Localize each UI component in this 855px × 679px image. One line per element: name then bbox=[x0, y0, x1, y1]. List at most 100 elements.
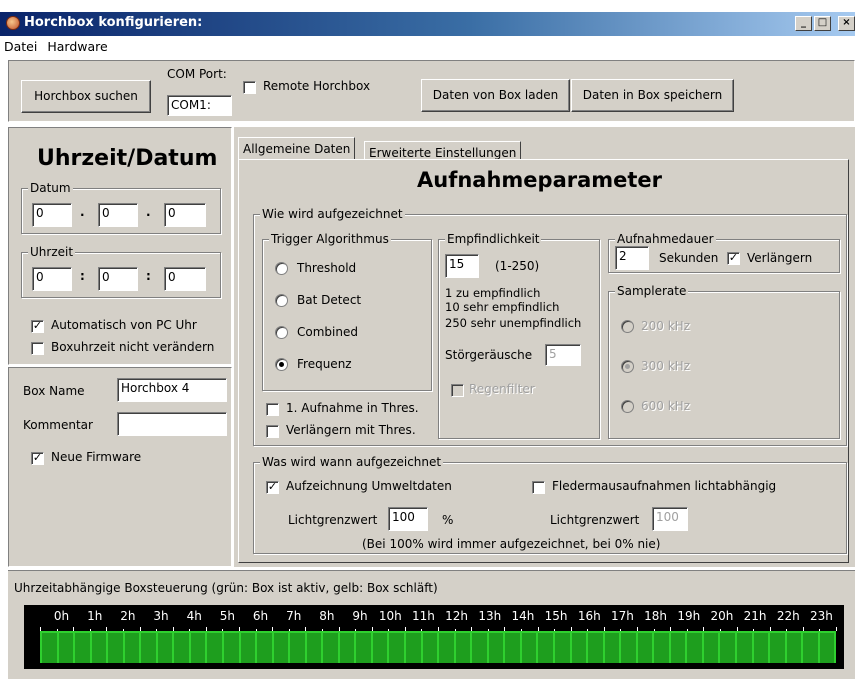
hour-label-8h: 8h bbox=[319, 609, 335, 623]
noise-field[interactable]: 5 bbox=[545, 344, 581, 366]
minimize-button[interactable]: _ bbox=[795, 16, 812, 31]
schedule-slot[interactable] bbox=[472, 633, 489, 663]
schedule-slot[interactable] bbox=[819, 633, 837, 663]
hour-label-18h: 18h bbox=[644, 609, 668, 623]
hour-field[interactable]: 0 bbox=[32, 267, 72, 291]
schedule-slot[interactable] bbox=[157, 633, 175, 663]
schedule-slot[interactable] bbox=[571, 633, 589, 663]
auto-pc-checkbox[interactable]: ✓ bbox=[31, 320, 44, 333]
schedule-slot[interactable] bbox=[389, 633, 407, 663]
schedule-slot[interactable] bbox=[687, 633, 704, 663]
schedule-slot[interactable] bbox=[488, 633, 506, 663]
schedule-slot[interactable] bbox=[753, 633, 771, 663]
search-box-button[interactable]: Horchbox suchen bbox=[21, 80, 151, 113]
schedule-slot[interactable] bbox=[770, 633, 787, 663]
radio-frequenz[interactable] bbox=[275, 358, 288, 371]
menu-datei[interactable]: Datei bbox=[0, 36, 43, 54]
schedule-slot[interactable] bbox=[240, 633, 258, 663]
load-data-button[interactable]: Daten von Box laden bbox=[421, 79, 570, 112]
radio-bat-detect[interactable] bbox=[275, 294, 288, 307]
schedule-slot[interactable] bbox=[670, 633, 688, 663]
schedule-slot[interactable] bbox=[654, 633, 671, 663]
schedule-slot[interactable] bbox=[422, 633, 440, 663]
hour-label-19h: 19h bbox=[677, 609, 701, 623]
bat-light-label: Fledermausaufnahmen lichtabhängig bbox=[552, 479, 777, 493]
schedule-slot[interactable] bbox=[621, 633, 638, 663]
radio-300khz[interactable] bbox=[621, 360, 634, 373]
first-thres-checkbox[interactable] bbox=[266, 403, 279, 416]
schedule-slot[interactable] bbox=[190, 633, 208, 663]
schedule-slot[interactable] bbox=[306, 633, 324, 663]
firmware-checkbox[interactable]: ✓ bbox=[31, 452, 44, 465]
light-threshold-2-field[interactable]: 100 bbox=[652, 507, 688, 531]
schedule-slot[interactable] bbox=[174, 633, 191, 663]
extend-thres-checkbox[interactable] bbox=[266, 425, 279, 438]
schedule-slot[interactable] bbox=[803, 633, 820, 663]
schedule-slot[interactable] bbox=[42, 633, 59, 663]
schedule-slot[interactable] bbox=[604, 633, 622, 663]
save-data-button[interactable]: Daten in Box speichern bbox=[571, 79, 734, 112]
schedule-slot[interactable] bbox=[455, 633, 473, 663]
keep-time-checkbox[interactable] bbox=[31, 342, 44, 355]
hour-cells[interactable] bbox=[40, 631, 837, 663]
hour-label-11h: 11h bbox=[412, 609, 435, 623]
extend-checkbox[interactable]: ✓ bbox=[727, 252, 740, 265]
schedule-slot[interactable] bbox=[736, 633, 754, 663]
schedule-slot[interactable] bbox=[207, 633, 225, 663]
comment-field[interactable] bbox=[117, 412, 227, 436]
box-name-field[interactable]: Horchbox 4 bbox=[117, 378, 227, 402]
sensitivity-field[interactable]: 15 bbox=[445, 254, 479, 278]
light-threshold-field[interactable]: 100 bbox=[388, 507, 428, 531]
threshold-label: Threshold bbox=[297, 261, 357, 275]
schedule-slot[interactable] bbox=[637, 633, 655, 663]
schedule-slot[interactable] bbox=[273, 633, 291, 663]
schedule-slot[interactable] bbox=[356, 633, 373, 663]
menu-hardware[interactable]: Hardware bbox=[43, 36, 113, 54]
close-button[interactable]: × bbox=[838, 16, 855, 31]
radio-combined[interactable] bbox=[275, 326, 288, 339]
tab-advanced[interactable]: Erweiterte Einstellungen bbox=[364, 141, 522, 161]
trigger-group: Trigger Algorithmus Threshold Bat Detect… bbox=[262, 232, 432, 391]
schedule-slot[interactable] bbox=[124, 633, 142, 663]
schedule-slot[interactable] bbox=[554, 633, 572, 663]
env-data-checkbox[interactable]: ✓ bbox=[266, 481, 279, 494]
schedule-slot[interactable] bbox=[290, 633, 307, 663]
schedule-slot[interactable] bbox=[720, 633, 737, 663]
schedule-slot[interactable] bbox=[339, 633, 357, 663]
schedule-slot[interactable] bbox=[372, 633, 390, 663]
schedule-slot[interactable] bbox=[91, 633, 109, 663]
schedule-slot[interactable] bbox=[588, 633, 605, 663]
radio-threshold[interactable] bbox=[275, 262, 288, 275]
radio-200khz[interactable] bbox=[621, 320, 634, 333]
remote-checkbox[interactable] bbox=[243, 81, 256, 94]
hour-label-15h: 15h bbox=[544, 609, 568, 623]
schedule-slot[interactable] bbox=[75, 633, 92, 663]
schedule-slot[interactable] bbox=[703, 633, 721, 663]
duration-field[interactable]: 2 bbox=[615, 246, 649, 270]
maximize-button[interactable]: □ bbox=[814, 16, 831, 31]
schedule-slot[interactable] bbox=[58, 633, 76, 663]
minute-field[interactable]: 0 bbox=[98, 267, 138, 291]
schedule-slot[interactable] bbox=[505, 633, 522, 663]
schedule-slot[interactable] bbox=[406, 633, 423, 663]
schedule-slot[interactable] bbox=[108, 633, 125, 663]
rain-filter-checkbox[interactable] bbox=[451, 384, 464, 397]
light-threshold-unit: % bbox=[442, 513, 454, 527]
schedule-slot[interactable] bbox=[224, 633, 241, 663]
com-port-field[interactable]: COM1: bbox=[167, 95, 232, 116]
bat-light-checkbox[interactable] bbox=[532, 481, 545, 494]
schedule-slot[interactable] bbox=[439, 633, 456, 663]
schedule-slot[interactable] bbox=[521, 633, 539, 663]
schedule-slot[interactable] bbox=[786, 633, 804, 663]
day-field[interactable]: 0 bbox=[32, 203, 72, 227]
tab-general[interactable]: Allgemeine Daten bbox=[238, 137, 356, 159]
schedule-slot[interactable] bbox=[257, 633, 274, 663]
month-field[interactable]: 0 bbox=[98, 203, 138, 227]
second-field[interactable]: 0 bbox=[164, 267, 206, 291]
hour-label-20h: 20h bbox=[710, 609, 734, 623]
radio-600khz[interactable] bbox=[621, 400, 634, 413]
schedule-slot[interactable] bbox=[538, 633, 555, 663]
schedule-slot[interactable] bbox=[323, 633, 340, 663]
schedule-slot[interactable] bbox=[141, 633, 158, 663]
year-field[interactable]: 0 bbox=[164, 203, 206, 227]
